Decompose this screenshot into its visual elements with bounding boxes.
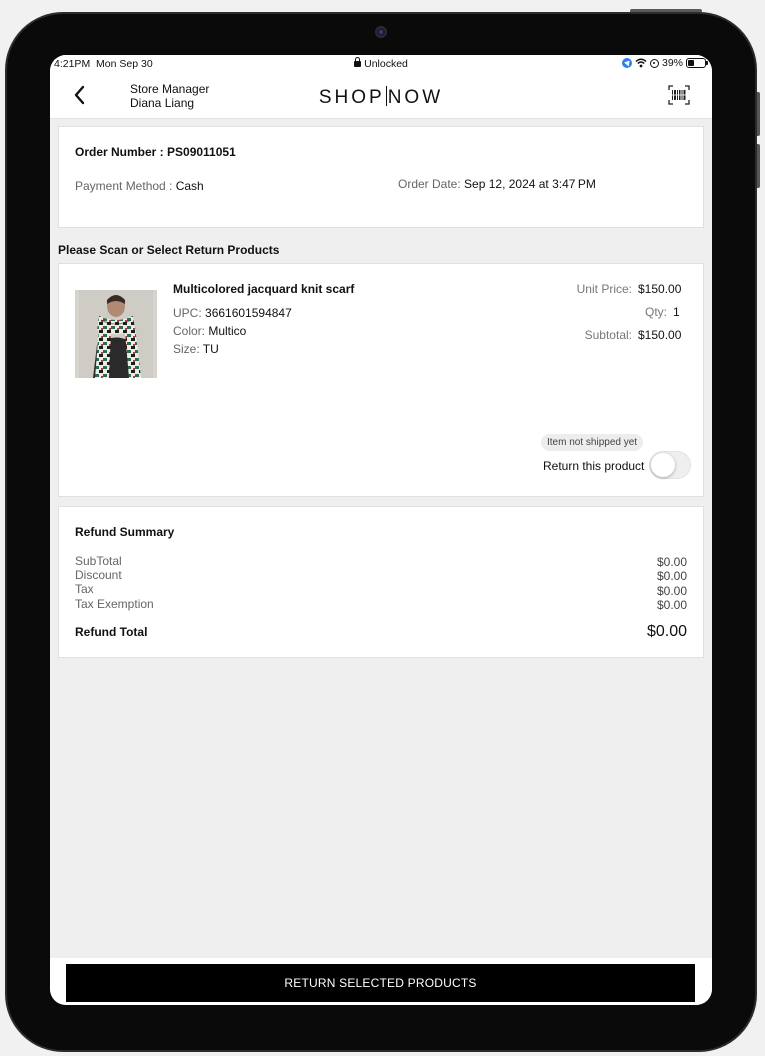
status-indicators: 39% — [621, 57, 708, 69]
refund-row-value: $0.00 — [656, 598, 687, 612]
refund-total-value: $0.00 — [646, 623, 687, 640]
payment-method-value: Cash — [175, 179, 204, 193]
product-size: Size: TU — [173, 342, 219, 356]
payment-method: Payment Method : Cash — [75, 179, 204, 193]
return-product-toggle[interactable] — [649, 451, 691, 479]
app-screen: 4:21PM Mon Sep 30 Unlocked 39% Store Man… — [50, 55, 712, 1005]
product-upc-label: UPC: — [173, 306, 206, 320]
brand-logo-right: NOW — [387, 87, 444, 108]
subtotal-value: $150.00 — [638, 328, 682, 342]
focus-icon — [649, 58, 659, 68]
unit-price-value: $150.00 — [638, 282, 682, 296]
product-image — [75, 290, 157, 378]
refund-row-value: $0.00 — [656, 584, 687, 598]
nav-bar: Store Manager Diana Liang SHOP NOW — [50, 73, 712, 119]
product-photo — [75, 290, 157, 378]
unit-price-label: Unit Price: — [576, 282, 632, 296]
return-selected-products-button[interactable]: RETURN SELECTED PRODUCTS — [66, 964, 695, 1002]
refund-row-value: $0.00 — [656, 569, 687, 583]
order-date-label: Order Date: — [398, 177, 465, 191]
battery-icon — [686, 58, 708, 68]
subtotal-label: Subtotal: — [584, 328, 632, 342]
ship-status-badge: Item not shipped yet — [541, 434, 644, 451]
order-number-label: Order Number : — [75, 145, 168, 159]
barcode-scan-button[interactable] — [668, 85, 690, 105]
order-date: Order Date: Sep 12, 2024 at 3:47 PM — [398, 177, 596, 191]
lock-icon — [354, 57, 362, 67]
toggle-knob — [651, 453, 675, 477]
location-icon — [621, 58, 632, 68]
product-color-label: Color: — [173, 324, 209, 338]
brand-logo: SHOP NOW — [50, 86, 712, 109]
refund-row-label: Tax — [75, 582, 94, 596]
wifi-icon — [635, 58, 647, 68]
refund-total-label: Refund Total — [75, 625, 148, 639]
brand-logo-left: SHOP — [318, 87, 385, 108]
lock-status: Unlocked — [50, 57, 712, 70]
status-bar: 4:21PM Mon Sep 30 Unlocked 39% — [50, 55, 712, 73]
product-color-value: Multico — [208, 324, 247, 338]
footer-bar: RETURN SELECTED PRODUCTS — [50, 958, 712, 1005]
product-color: Color: Multico — [173, 324, 246, 338]
front-camera — [375, 26, 387, 38]
section-title: Please Scan or Select Return Products — [58, 243, 280, 257]
lock-status-text: Unlocked — [364, 58, 408, 70]
refund-row-label: SubTotal — [75, 554, 122, 568]
refund-row-label: Tax Exemption — [75, 597, 154, 611]
refund-summary-card: Refund Summary SubTotal $0.00 Discount $… — [58, 506, 704, 658]
product-name: Multicolored jacquard knit scarf — [173, 282, 355, 296]
order-date-value: Sep 12, 2024 at 3:47 PM — [464, 177, 596, 191]
order-info-card: Order Number : PS09011051 Payment Method… — [58, 126, 704, 228]
barcode-scan-icon — [668, 85, 690, 105]
product-upc-value: 3661601594847 — [205, 306, 292, 320]
payment-method-label: Payment Method : — [75, 179, 176, 193]
return-product-label: Return this product — [543, 459, 645, 473]
battery-percent: 39% — [661, 57, 683, 69]
order-number: Order Number : PS09011051 — [75, 145, 236, 159]
refund-row-value: $0.00 — [656, 555, 687, 569]
battery-fill — [688, 60, 695, 66]
brand-divider — [385, 86, 387, 106]
refund-summary-title: Refund Summary — [75, 525, 175, 539]
product-size-label: Size: — [173, 342, 203, 356]
product-card[interactable]: Multicolored jacquard knit scarf UPC: 36… — [58, 263, 704, 497]
qty-label: Qty: — [644, 305, 667, 319]
order-number-value: PS09011051 — [167, 145, 236, 159]
product-size-value: TU — [202, 342, 219, 356]
refund-row-label: Discount — [75, 568, 122, 582]
qty-value: 1 — [673, 305, 680, 319]
product-upc: UPC: 3661601594847 — [173, 306, 292, 320]
